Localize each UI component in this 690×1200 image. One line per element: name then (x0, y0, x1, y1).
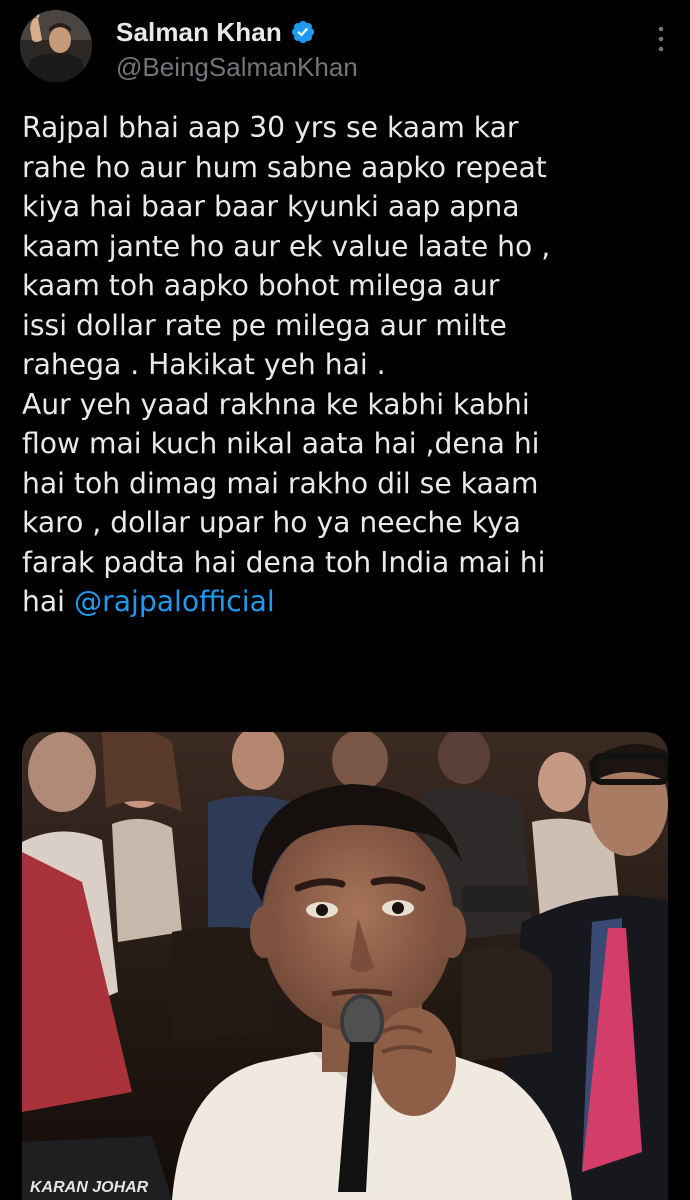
user-handle[interactable]: @BeingSalmanKhan (116, 52, 358, 83)
mention-link[interactable]: @rajpalofficial (74, 585, 275, 618)
avatar[interactable] (20, 10, 92, 82)
tweet-text-line: kaam jante ho aur ek value laate ho , (22, 229, 551, 263)
verified-badge-icon (290, 19, 316, 45)
tweet: Salman Khan @BeingSalmanKhan Rajpal bhai… (0, 0, 690, 1200)
tweet-text-prefix: hai (22, 585, 74, 618)
tweet-text-line: issi dollar rate pe milega aur milte (22, 308, 507, 342)
tweet-text-line: karo , dollar upar ho ya neeche kya (22, 506, 521, 539)
tweet-text: Rajpal bhai aap 30 yrs se kaam kar rahe … (22, 108, 682, 622)
display-name[interactable]: Salman Khan (116, 17, 282, 48)
tweet-text-line: kiya hai baar baar kyunki aap apna (22, 190, 520, 223)
tweet-text-line: farak padta hai dena toh India mai hi (22, 545, 546, 579)
tweet-text-line: hai toh dimag mai rakho dil se kaam (22, 466, 539, 500)
tweet-text-line: rahega . Hakikat yeh hai . (22, 348, 386, 381)
tweet-text-line-last: hai @rajpalofficial (22, 582, 682, 622)
tweet-text-line: flow mai kuch nikal aata hai ,dena hi (22, 427, 540, 460)
tweet-header: Salman Khan @BeingSalmanKhan (18, 10, 672, 84)
tweet-text-line: Aur yeh yaad rakhna ke kabhi kabhi (22, 387, 530, 421)
tweet-text-line: kaam toh aapko bohot milega aur (22, 269, 500, 302)
seat-label: KARAN JOHAR (30, 1179, 149, 1196)
more-vertical-icon[interactable] (654, 24, 668, 54)
tweet-media-photo[interactable]: KARAN JOHAR (22, 732, 668, 1200)
tweet-text-line: rahe ho aur hum sabne aapko repeat (22, 150, 547, 184)
tweet-text-line: Rajpal bhai aap 30 yrs se kaam kar (22, 111, 519, 144)
